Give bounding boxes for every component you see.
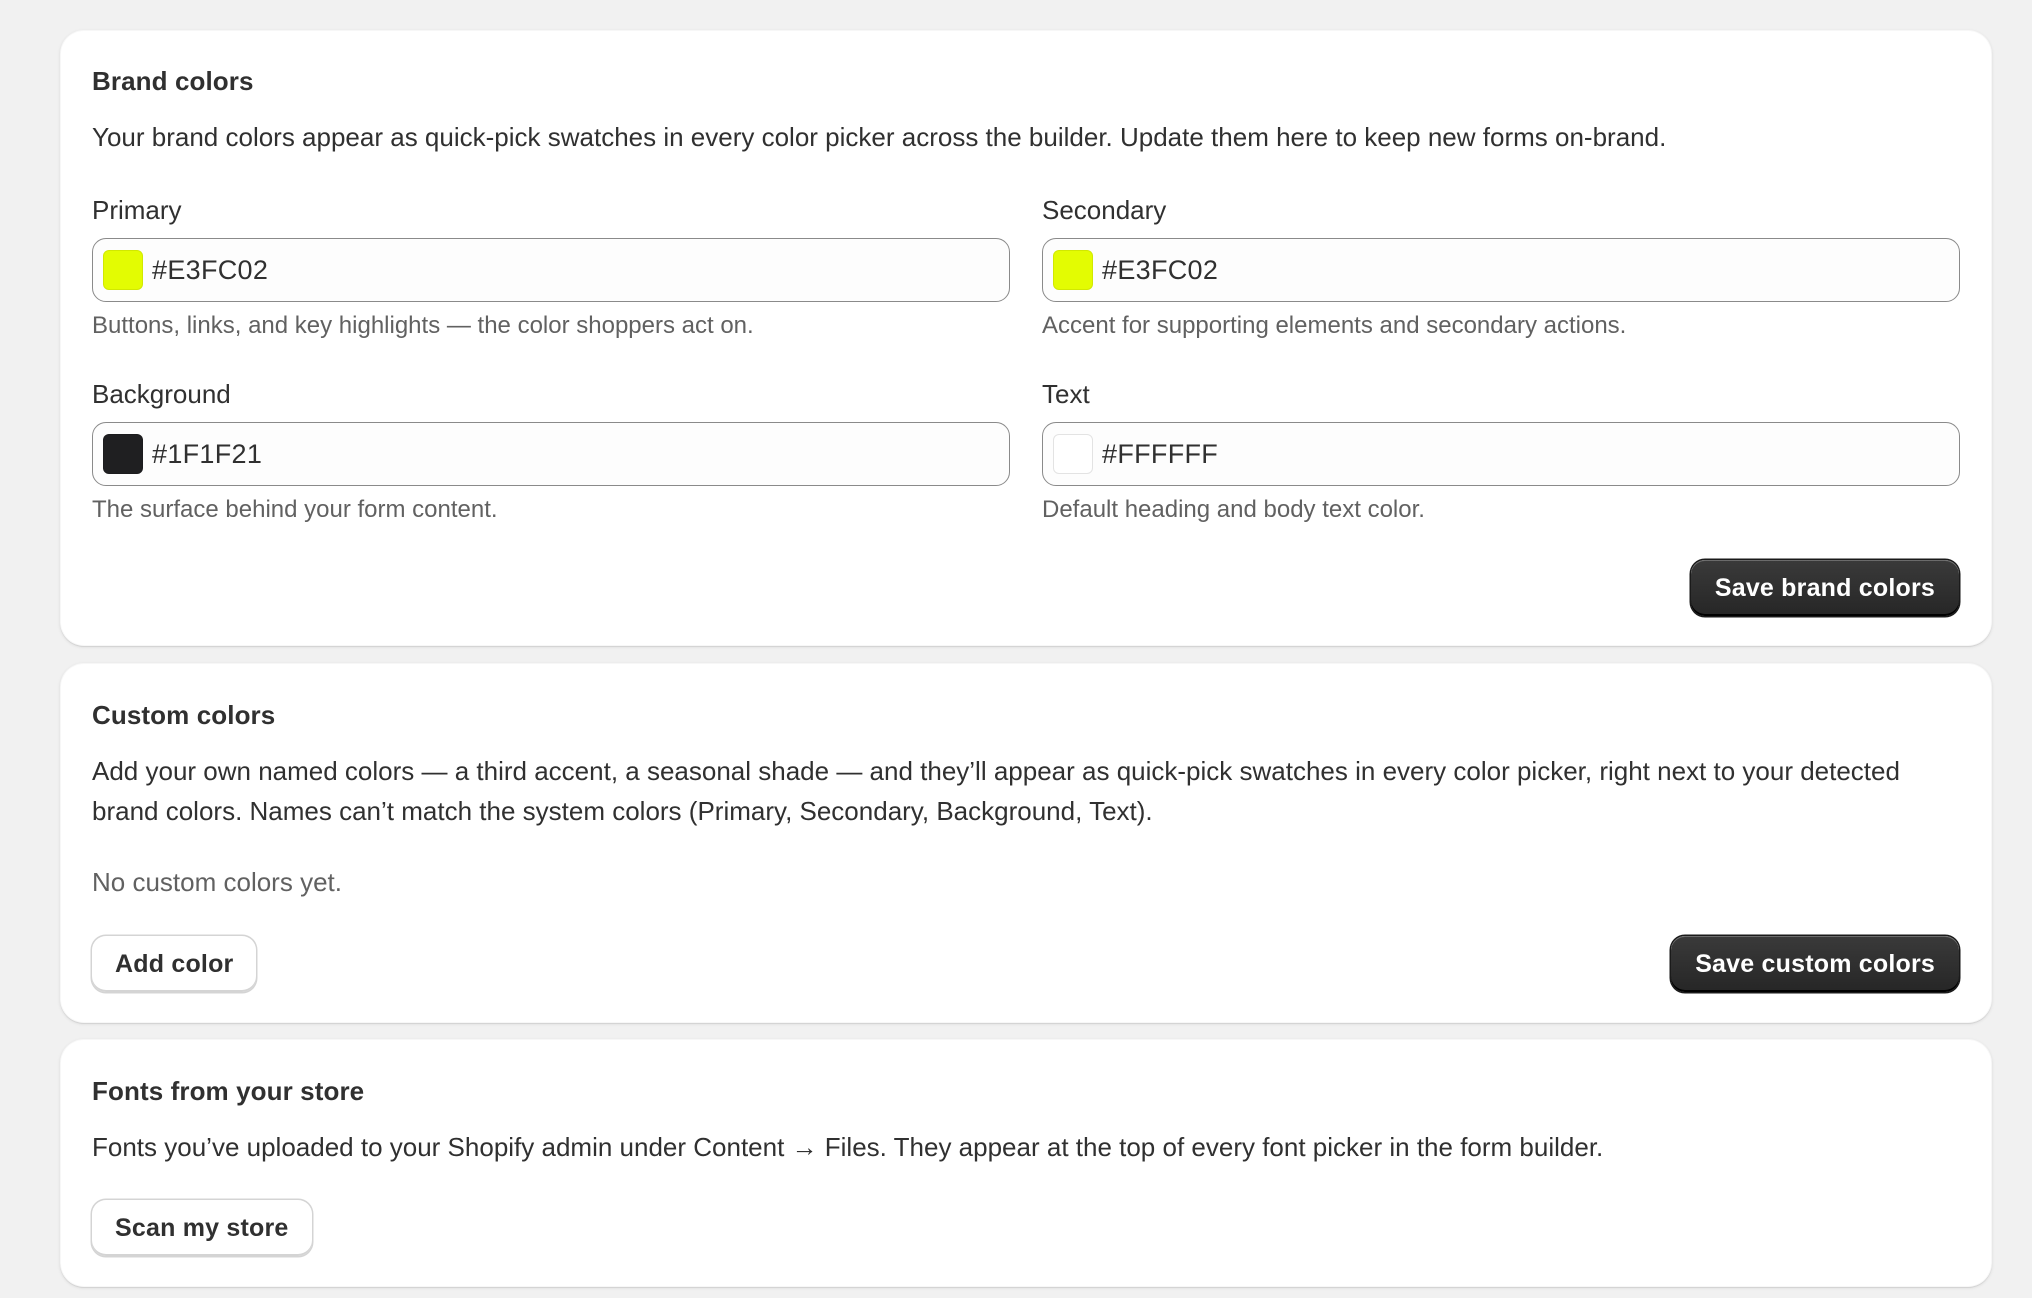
store-fonts-description: Fonts you’ve uploaded to your Shopify ad…: [92, 1132, 1604, 1162]
primary-color-field[interactable]: [92, 238, 1010, 302]
brand-colors-title: Brand colors: [92, 66, 254, 96]
background-help-text: The surface behind your form content.: [92, 496, 498, 523]
brand-colors-description: Your brand colors appear as quick-pick s…: [92, 122, 1667, 152]
save-custom-colors-button[interactable]: Save custom colors: [1671, 936, 1959, 992]
custom-colors-card: Custom colors Add your own named colors …: [60, 663, 1992, 1023]
scan-my-store-button[interactable]: Scan my store: [92, 1200, 312, 1256]
text-help-text: Default heading and body text color.: [1042, 496, 1425, 523]
save-brand-colors-button[interactable]: Save brand colors: [1690, 560, 1959, 616]
primary-label: Primary: [92, 195, 182, 225]
text-color-swatch[interactable]: [1053, 434, 1093, 474]
custom-colors-title: Custom colors: [92, 700, 276, 730]
text-color-input[interactable]: [1102, 438, 1942, 470]
secondary-color-input[interactable]: [1102, 254, 1942, 286]
background-color-field[interactable]: [92, 422, 1010, 486]
custom-colors-description: Add your own named colors — a third acce…: [92, 756, 1900, 826]
text-color-field[interactable]: [1042, 422, 1960, 486]
primary-help-text: Buttons, links, and key highlights — the…: [92, 312, 754, 339]
background-label: Background: [92, 379, 231, 409]
store-fonts-card: Fonts from your store Fonts you’ve uploa…: [60, 1039, 1992, 1287]
secondary-help-text: Accent for supporting elements and secon…: [1042, 312, 1627, 339]
add-color-button[interactable]: Add color: [92, 936, 257, 992]
secondary-color-swatch[interactable]: [1053, 250, 1093, 290]
secondary-color-field[interactable]: [1042, 238, 1960, 302]
primary-color-input[interactable]: [152, 254, 992, 286]
background-color-swatch[interactable]: [103, 434, 143, 474]
brand-colors-card: Brand colors Your brand colors appear as…: [60, 30, 1992, 646]
secondary-label: Secondary: [1042, 195, 1167, 225]
text-label: Text: [1042, 379, 1090, 409]
background-color-input[interactable]: [152, 438, 992, 470]
store-fonts-title: Fonts from your store: [92, 1076, 365, 1106]
primary-color-swatch[interactable]: [103, 250, 143, 290]
custom-colors-empty-state: No custom colors yet.: [92, 867, 342, 897]
